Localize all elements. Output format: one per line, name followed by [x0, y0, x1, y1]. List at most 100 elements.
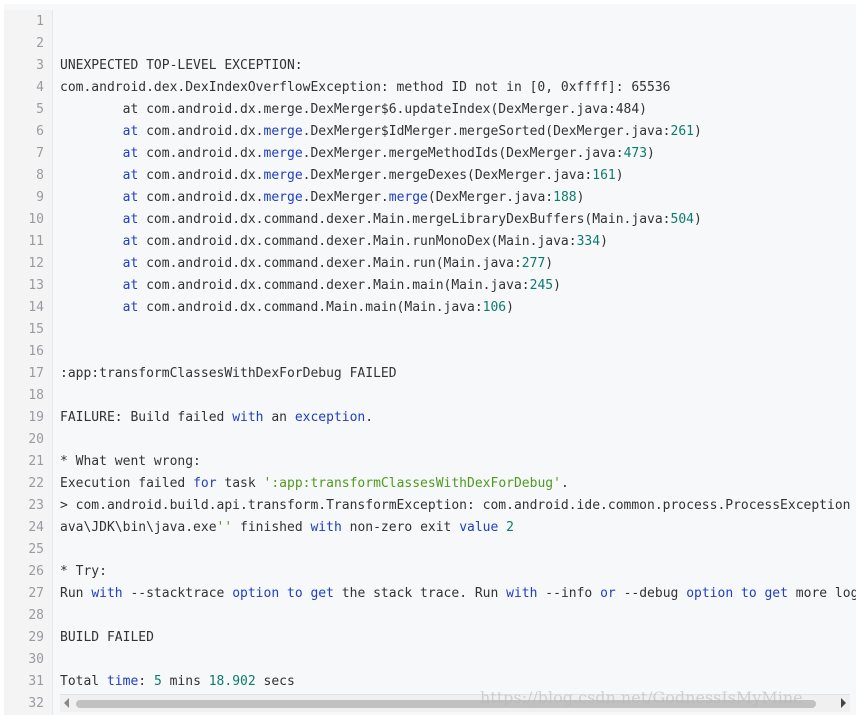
code-token: more log	[787, 586, 856, 601]
code-token: at	[122, 124, 139, 139]
code-text: BUILD FAILED	[60, 627, 154, 649]
code-token: FAILURE: Build failed	[60, 410, 233, 425]
line-number: 12	[28, 256, 44, 271]
line-number: 30	[28, 652, 44, 667]
code-token: finished	[232, 520, 311, 535]
code-token: 106	[482, 300, 507, 315]
code-token: Execution failed	[60, 476, 194, 491]
code-token: --debug	[615, 586, 687, 601]
code-text: * Try:	[60, 561, 107, 583]
code-token: exception	[294, 410, 366, 425]
line-number: 23	[28, 498, 44, 513]
code-token: at com.android.dx.merge.DexMerger$6.upda…	[60, 102, 647, 117]
code-token: merge	[263, 146, 303, 161]
code-text: at com.android.dx.merge.DexMerger$IdMerg…	[60, 121, 702, 143]
line-number: 14	[28, 300, 44, 315]
line-number: 7	[36, 146, 44, 161]
code-token: )	[647, 146, 655, 161]
code-token: value	[459, 520, 499, 535]
code-token: ':app:transformClassesWithDexForDebug'	[263, 476, 561, 491]
line-number: 22	[28, 476, 44, 491]
line-number: 13	[28, 278, 44, 293]
line-number: 11	[28, 234, 44, 249]
code-token: com.android.dx.command.dexer.Main.run(Ma…	[138, 256, 522, 271]
code-text: at com.android.dx.command.dexer.Main.run…	[60, 231, 608, 253]
code-token: at	[122, 300, 139, 315]
line-number: 25	[28, 542, 44, 557]
code-token: Run	[60, 586, 92, 601]
code-token: )	[545, 256, 554, 271]
code-token: at	[122, 278, 139, 293]
code-token: )	[553, 278, 561, 293]
watermark: https://blog.csdn.net/GodnessIsMyMine	[480, 688, 803, 707]
code-token: > com.android.build.api.transform.Transf…	[60, 498, 851, 513]
code-text: at com.android.dx.merge.DexMerger$6.upda…	[60, 99, 647, 121]
code-token: com.android.dx.	[138, 168, 264, 183]
code-token: or	[600, 586, 616, 601]
code-token: UNEXPECTED TOP-LEVEL EXCEPTION:	[60, 58, 303, 73]
code-token: get	[764, 586, 788, 601]
line-number: 16	[28, 344, 44, 359]
code-token: .DexMerger.	[302, 190, 389, 205]
code-token: at	[122, 146, 139, 161]
line-number: 6	[36, 124, 44, 139]
scroll-left-arrow-icon[interactable]	[64, 698, 69, 708]
line-number: 4	[36, 80, 44, 95]
code-token: to	[741, 586, 757, 601]
code-token: 334	[576, 234, 601, 249]
line-number: 27	[28, 586, 44, 601]
code-token: 5	[153, 674, 162, 689]
code-token: task	[216, 476, 264, 491]
code-token: merge	[388, 190, 428, 205]
code-token: merge	[263, 168, 303, 183]
code-token: )	[693, 212, 702, 227]
code-token: mins	[161, 674, 209, 689]
line-number: 10	[28, 212, 44, 227]
scroll-right-arrow-icon[interactable]	[841, 698, 846, 708]
code-token: com.android.dx.command.dexer.Main.runMon…	[138, 234, 577, 249]
code-token: com.android.dx.	[138, 190, 264, 205]
code-token: option	[232, 586, 280, 601]
code-token: merge	[263, 190, 303, 205]
code-token: com.android.dx.command.Main.main(Main.ja…	[138, 300, 483, 315]
code-token: .DexMerger.mergeMethodIds(DexMerger.java…	[302, 146, 624, 161]
code-token: secs	[255, 674, 295, 689]
code-block: 1 2 3 UNEXPECTED TOP-LEVEL EXCEPTION: 4 com.a…	[4, 4, 856, 715]
code-text: at com.android.dx.command.dexer.Main.mer…	[60, 209, 702, 231]
line-number: 28	[28, 608, 44, 623]
code-token: at	[122, 234, 139, 249]
code-token: get	[310, 586, 334, 601]
code-token: to	[287, 586, 303, 601]
code-token: merge	[263, 124, 303, 139]
code-token: .DexMerger.mergeDexes(DexMerger.java:	[302, 168, 593, 183]
code-token: 188	[553, 190, 577, 205]
code-token: with	[310, 520, 342, 535]
line-number: 1	[36, 14, 44, 29]
code-token: --info	[537, 586, 601, 601]
line-number: 17	[28, 366, 44, 381]
code-token: 2	[506, 520, 514, 535]
code-token: with	[91, 586, 123, 601]
code-text: > com.android.build.api.transform.Transf…	[60, 495, 851, 517]
code-token: --stacktrace	[122, 586, 233, 601]
line-number: 8	[36, 168, 44, 183]
code-token: 18.902	[208, 674, 256, 689]
code-text: at com.android.dx.command.dexer.Main.mai…	[60, 275, 561, 297]
code-token: 245	[529, 278, 554, 293]
code-token: at	[122, 168, 139, 183]
code-token: for	[193, 476, 217, 491]
line-number: 18	[28, 388, 44, 403]
code-text: com.android.dex.DexIndexOverflowExceptio…	[60, 77, 670, 99]
code-text: Total time: 5 mins 18.902 secs	[60, 671, 295, 693]
code-token: com.android.dex.DexIndexOverflowExceptio…	[60, 80, 671, 95]
line-number: 15	[28, 322, 44, 337]
code-token: com.android.dx.	[138, 124, 264, 139]
code-token: )	[694, 124, 702, 139]
line-number: 32	[28, 696, 44, 711]
code-token: non-zero exit	[341, 520, 460, 535]
code-token: :	[138, 674, 154, 689]
